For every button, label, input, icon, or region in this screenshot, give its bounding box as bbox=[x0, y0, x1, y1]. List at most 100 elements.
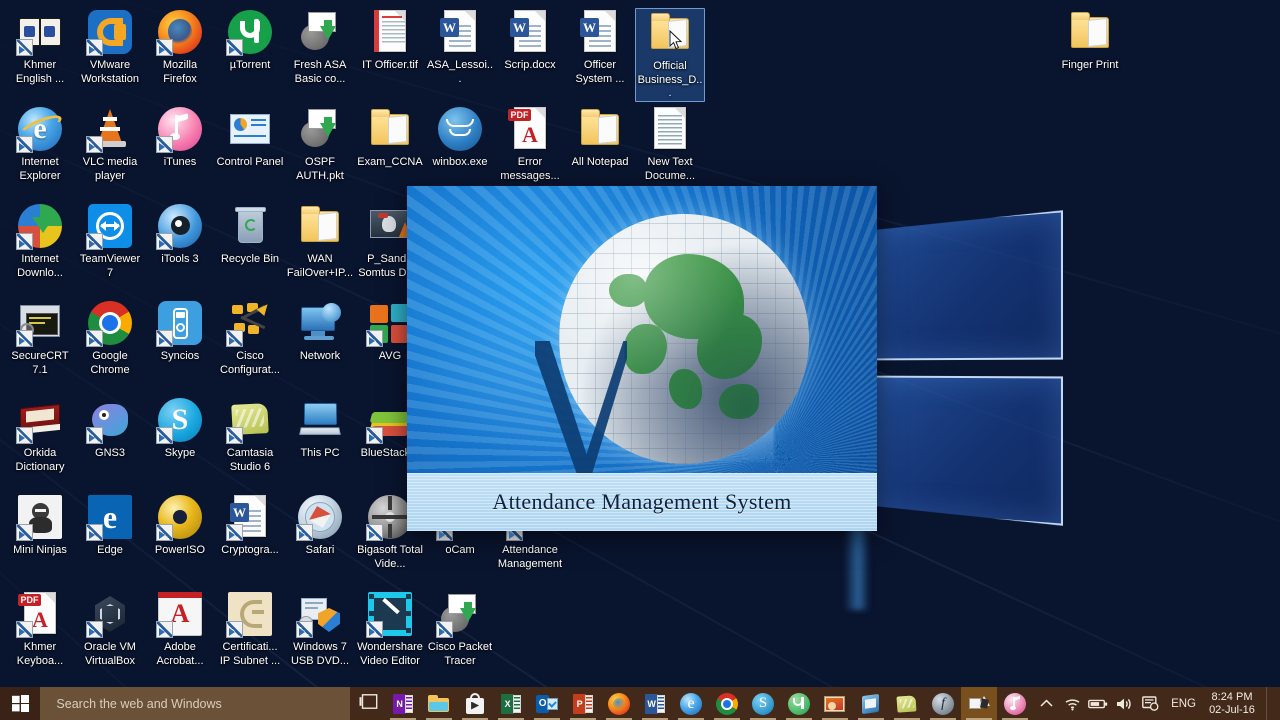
desktop-icon-chrome[interactable]: Google Chrome bbox=[75, 299, 145, 377]
utorrent-icon bbox=[226, 8, 274, 56]
desktop-icon-folder[interactable]: Finger Print bbox=[1055, 8, 1125, 73]
desktop-icon-folder[interactable]: Exam_CCNA bbox=[355, 105, 425, 170]
taskbar-button-dictionary[interactable] bbox=[853, 687, 889, 720]
desktop-icon-label: Scrip.docx bbox=[504, 59, 556, 71]
language-indicator[interactable]: ENG bbox=[1163, 698, 1204, 710]
desktop-icon-packet-tracer-file[interactable]: Fresh ASA Basic co... bbox=[285, 8, 355, 86]
desktop-icon-packet-tracer[interactable]: Cisco Packet Tracer bbox=[425, 590, 495, 668]
cisco-config-icon bbox=[226, 299, 274, 347]
desktop-icon-itools[interactable]: iTools 3 bbox=[145, 202, 215, 267]
taskbar-app-buttons: N XOP We Sf bbox=[385, 687, 1033, 720]
desktop-icon-label: Cryptogra... bbox=[221, 544, 279, 556]
desktop-icon-win7-usb-dvd[interactable]: Windows 7 USB DVD... bbox=[285, 590, 355, 668]
taskbar-button-file-explorer[interactable] bbox=[421, 687, 457, 720]
task-view-button[interactable] bbox=[350, 687, 385, 720]
edge-icon: e bbox=[86, 493, 134, 541]
desktop-icon-wondershare[interactable]: Wondershare Video Editor bbox=[355, 590, 425, 668]
taskbar-button-internet-explorer[interactable]: e bbox=[673, 687, 709, 720]
taskbar-button-outlook[interactable]: O bbox=[529, 687, 565, 720]
orkida-dictionary-icon bbox=[16, 396, 64, 444]
desktop-icon-syncios[interactable]: Syncios bbox=[145, 299, 215, 364]
folder-icon bbox=[576, 105, 624, 153]
desktop-icon-safari[interactable]: Safari bbox=[285, 493, 355, 558]
taskbar-button-itunes[interactable] bbox=[997, 687, 1033, 720]
teamviewer-icon bbox=[86, 202, 134, 250]
desktop-icon-firefox[interactable]: Mozilla Firefox bbox=[145, 8, 215, 86]
clock-time: 8:24 PM bbox=[1211, 690, 1253, 703]
taskbar-button-camtasia[interactable] bbox=[889, 687, 925, 720]
battery-icon[interactable] bbox=[1085, 687, 1111, 720]
show-hidden-icons-button[interactable] bbox=[1033, 687, 1059, 720]
desktop-icon-teamviewer[interactable]: TeamViewer 7 bbox=[75, 202, 145, 280]
taskbar-button-photo-viewer[interactable] bbox=[817, 687, 853, 720]
desktop-icon-label: WAN FailOver+IP... bbox=[286, 253, 354, 279]
desktop-icon-label: IT Officer.tif bbox=[362, 59, 418, 71]
desktop-icon-utorrent[interactable]: µTorrent bbox=[215, 8, 285, 73]
taskbar-button-attendance-management[interactable] bbox=[961, 687, 998, 720]
adobe-acrobat-icon: A bbox=[156, 590, 204, 638]
attendance-management-splash-window[interactable]: Attendance Management System bbox=[407, 186, 877, 531]
taskbar-button-flash-player[interactable]: f bbox=[925, 687, 961, 720]
desktop-icon-pdf[interactable]: PDF A Khmer Keyboa... bbox=[5, 590, 75, 668]
wifi-icon[interactable] bbox=[1059, 687, 1085, 720]
desktop-icon-idm[interactable]: Internet Downlo... bbox=[5, 202, 75, 280]
desktop-icon-pdf[interactable]: PDF A Error messages... bbox=[495, 105, 565, 183]
desktop-icon-poweriso[interactable]: PowerISO bbox=[145, 493, 215, 558]
volume-icon[interactable] bbox=[1111, 687, 1137, 720]
desktop-icon-securecrt[interactable]: SecureCRT 7.1 bbox=[5, 299, 75, 377]
desktop-icon-tif-image[interactable]: IT Officer.tif bbox=[355, 8, 425, 73]
desktop-icon-recycle-bin[interactable]: Recycle Bin bbox=[215, 202, 285, 267]
desktop-icon-label: Network bbox=[299, 350, 341, 362]
taskbar-button-powerpoint[interactable]: P bbox=[565, 687, 601, 720]
desktop-icon-gns3[interactable]: GNS3 bbox=[75, 396, 145, 461]
desktop-icon-folder[interactable]: Official Business_D... bbox=[635, 8, 705, 102]
desktop-icon-control-panel[interactable]: Control Panel bbox=[215, 105, 285, 170]
desktop-icon-camtasia[interactable]: Camtasia Studio 6 bbox=[215, 396, 285, 474]
desktop-icon-edge[interactable]: e Edge bbox=[75, 493, 145, 558]
desktop-icon-itunes[interactable]: iTunes bbox=[145, 105, 215, 170]
desktop-icon-certificate[interactable]: Certificati... IP Subnet ... bbox=[215, 590, 285, 668]
desktop-icon-label: Khmer Keyboa... bbox=[16, 641, 64, 667]
desktop-icon-word-document[interactable]: W Cryptogra... bbox=[215, 493, 285, 558]
desktop-icon-internet-explorer[interactable]: e Internet Explorer bbox=[5, 105, 75, 183]
desktop-icon-this-pc[interactable]: This PC bbox=[285, 396, 355, 461]
desktop-icon-khmer-dictionary[interactable]: Khmer English ... bbox=[5, 8, 75, 86]
desktop-icon-adobe-acrobat[interactable]: A Adobe Acrobat... bbox=[145, 590, 215, 668]
desktop-icon-skype[interactable]: S Skype bbox=[145, 396, 215, 461]
desktop-icon-vmware-workstation[interactable]: VMware Workstation bbox=[75, 8, 145, 86]
splash-title-band: Attendance Management System bbox=[407, 473, 877, 531]
desktop-icon-folder[interactable]: WAN FailOver+IP... bbox=[285, 202, 355, 280]
desktop-icon-label: Bigasoft Total Vide... bbox=[357, 544, 423, 570]
taskbar-button-chrome[interactable] bbox=[709, 687, 745, 720]
win7-usb-dvd-icon bbox=[296, 590, 344, 638]
desktop-icon-winbox[interactable]: winbox.exe bbox=[425, 105, 495, 170]
desktop-icon-label: Syncios bbox=[160, 350, 200, 362]
desktop-icon-text-document[interactable]: New Text Docume... bbox=[635, 105, 705, 183]
desktop-icon-network[interactable]: Network bbox=[285, 299, 355, 364]
taskbar-button-excel[interactable]: X bbox=[493, 687, 529, 720]
desktop-icon-vlc[interactable]: VLC media player bbox=[75, 105, 145, 183]
search-input[interactable]: Search the web and Windows bbox=[40, 687, 350, 720]
action-center-icon[interactable] bbox=[1137, 687, 1163, 720]
search-placeholder: Search the web and Windows bbox=[56, 696, 222, 711]
show-desktop-button[interactable] bbox=[1266, 687, 1274, 720]
taskbar-button-onenote[interactable]: N bbox=[385, 687, 421, 720]
desktop-icon-word-document[interactable]: W ASA_Lessoi... bbox=[425, 8, 495, 86]
taskbar-button-word[interactable]: W bbox=[637, 687, 673, 720]
clock[interactable]: 8:24 PM 02-Jul-16 bbox=[1204, 691, 1266, 717]
desktop-icon-cisco-config[interactable]: Cisco Configurat... bbox=[215, 299, 285, 377]
taskbar-button-store[interactable] bbox=[457, 687, 493, 720]
desktop-icon-word-document[interactable]: W Officer System ... bbox=[565, 8, 635, 86]
desktop-icon-mini-ninjas[interactable]: Mini Ninjas bbox=[5, 493, 75, 558]
desktop-icon-virtualbox[interactable]: Oracle VM VirtualBox bbox=[75, 590, 145, 668]
desktop-icon-packet-tracer-file[interactable]: OSPF AUTH.pkt bbox=[285, 105, 355, 183]
desktop-icon-label: Fresh ASA Basic co... bbox=[293, 59, 347, 85]
desktop-icon-folder[interactable]: All Notepad bbox=[565, 105, 635, 170]
taskbar-button-firefox[interactable] bbox=[601, 687, 637, 720]
skype-icon: S bbox=[752, 692, 775, 715]
desktop-icon-word-document[interactable]: W Scrip.docx bbox=[495, 8, 565, 73]
desktop-icon-orkida-dictionary[interactable]: Orkida Dictionary bbox=[5, 396, 75, 474]
start-button[interactable] bbox=[0, 687, 41, 720]
taskbar-button-skype[interactable]: S bbox=[745, 687, 781, 720]
taskbar-button-utorrent[interactable] bbox=[781, 687, 817, 720]
